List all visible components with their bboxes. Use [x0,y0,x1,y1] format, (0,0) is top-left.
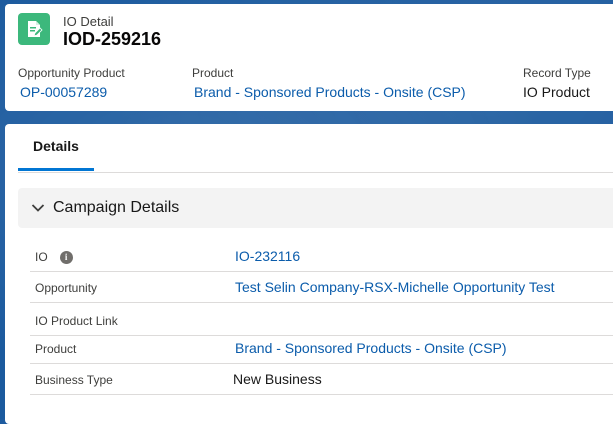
highlight-product: Product Brand - Sponsored Products - Ons… [192,66,466,100]
record-title: IOD-259216 [63,29,162,49]
field-label: Product [35,342,77,356]
row-divider [30,394,613,395]
row-divider [30,302,613,303]
highlight-record-type: Record Type IO Product [523,66,591,100]
record-type-value: IO Product [523,84,590,100]
row-divider [30,271,613,272]
field-row-io-product-link: IO Product Link [30,308,613,336]
tab-bar: Details [18,124,613,173]
section-header-campaign-details[interactable]: Campaign Details [18,188,613,228]
highlight-label: Product [192,66,234,80]
field-row-io: IO i IO-232116 [30,244,613,272]
section-title: Campaign Details [53,199,180,216]
field-label: Business Type [35,373,113,387]
field-label-text: IO [35,250,48,264]
product-link[interactable]: Brand - Sponsored Products - Onsite (CSP… [194,84,466,100]
object-type-label: IO Detail [63,14,114,29]
highlight-opportunity-product: Opportunity Product OP-00057289 [18,66,125,100]
chevron-down-icon[interactable] [31,203,45,213]
highlight-label: Opportunity Product [18,66,125,80]
opportunity-product-link[interactable]: OP-00057289 [20,84,125,100]
row-divider [30,363,613,364]
record-header: IO Detail IOD-259216 Opportunity Product… [5,4,613,111]
field-row-product: Product Brand - Sponsored Products - Ons… [30,336,613,364]
io-link[interactable]: IO-232116 [235,248,300,264]
field-label: Opportunity [35,281,98,295]
field-row-business-type: Business Type New Business [30,367,613,395]
field-label: IO Product Link [35,314,118,328]
highlight-label: Record Type [523,66,591,80]
business-type-value: New Business [233,371,322,387]
opportunity-link[interactable]: Test Selin Company-RSX-Michelle Opportun… [235,279,555,295]
record-detail-card: Details Campaign Details IO i IO-232116 … [5,124,613,424]
info-icon[interactable]: i [59,250,73,264]
product-link[interactable]: Brand - Sponsored Products - Onsite (CSP… [235,340,507,356]
field-row-opportunity: Opportunity Test Selin Company-RSX-Miche… [30,275,613,303]
tab-details[interactable]: Details [18,124,94,171]
field-label: IO i [35,250,73,264]
document-edit-icon [18,13,50,45]
